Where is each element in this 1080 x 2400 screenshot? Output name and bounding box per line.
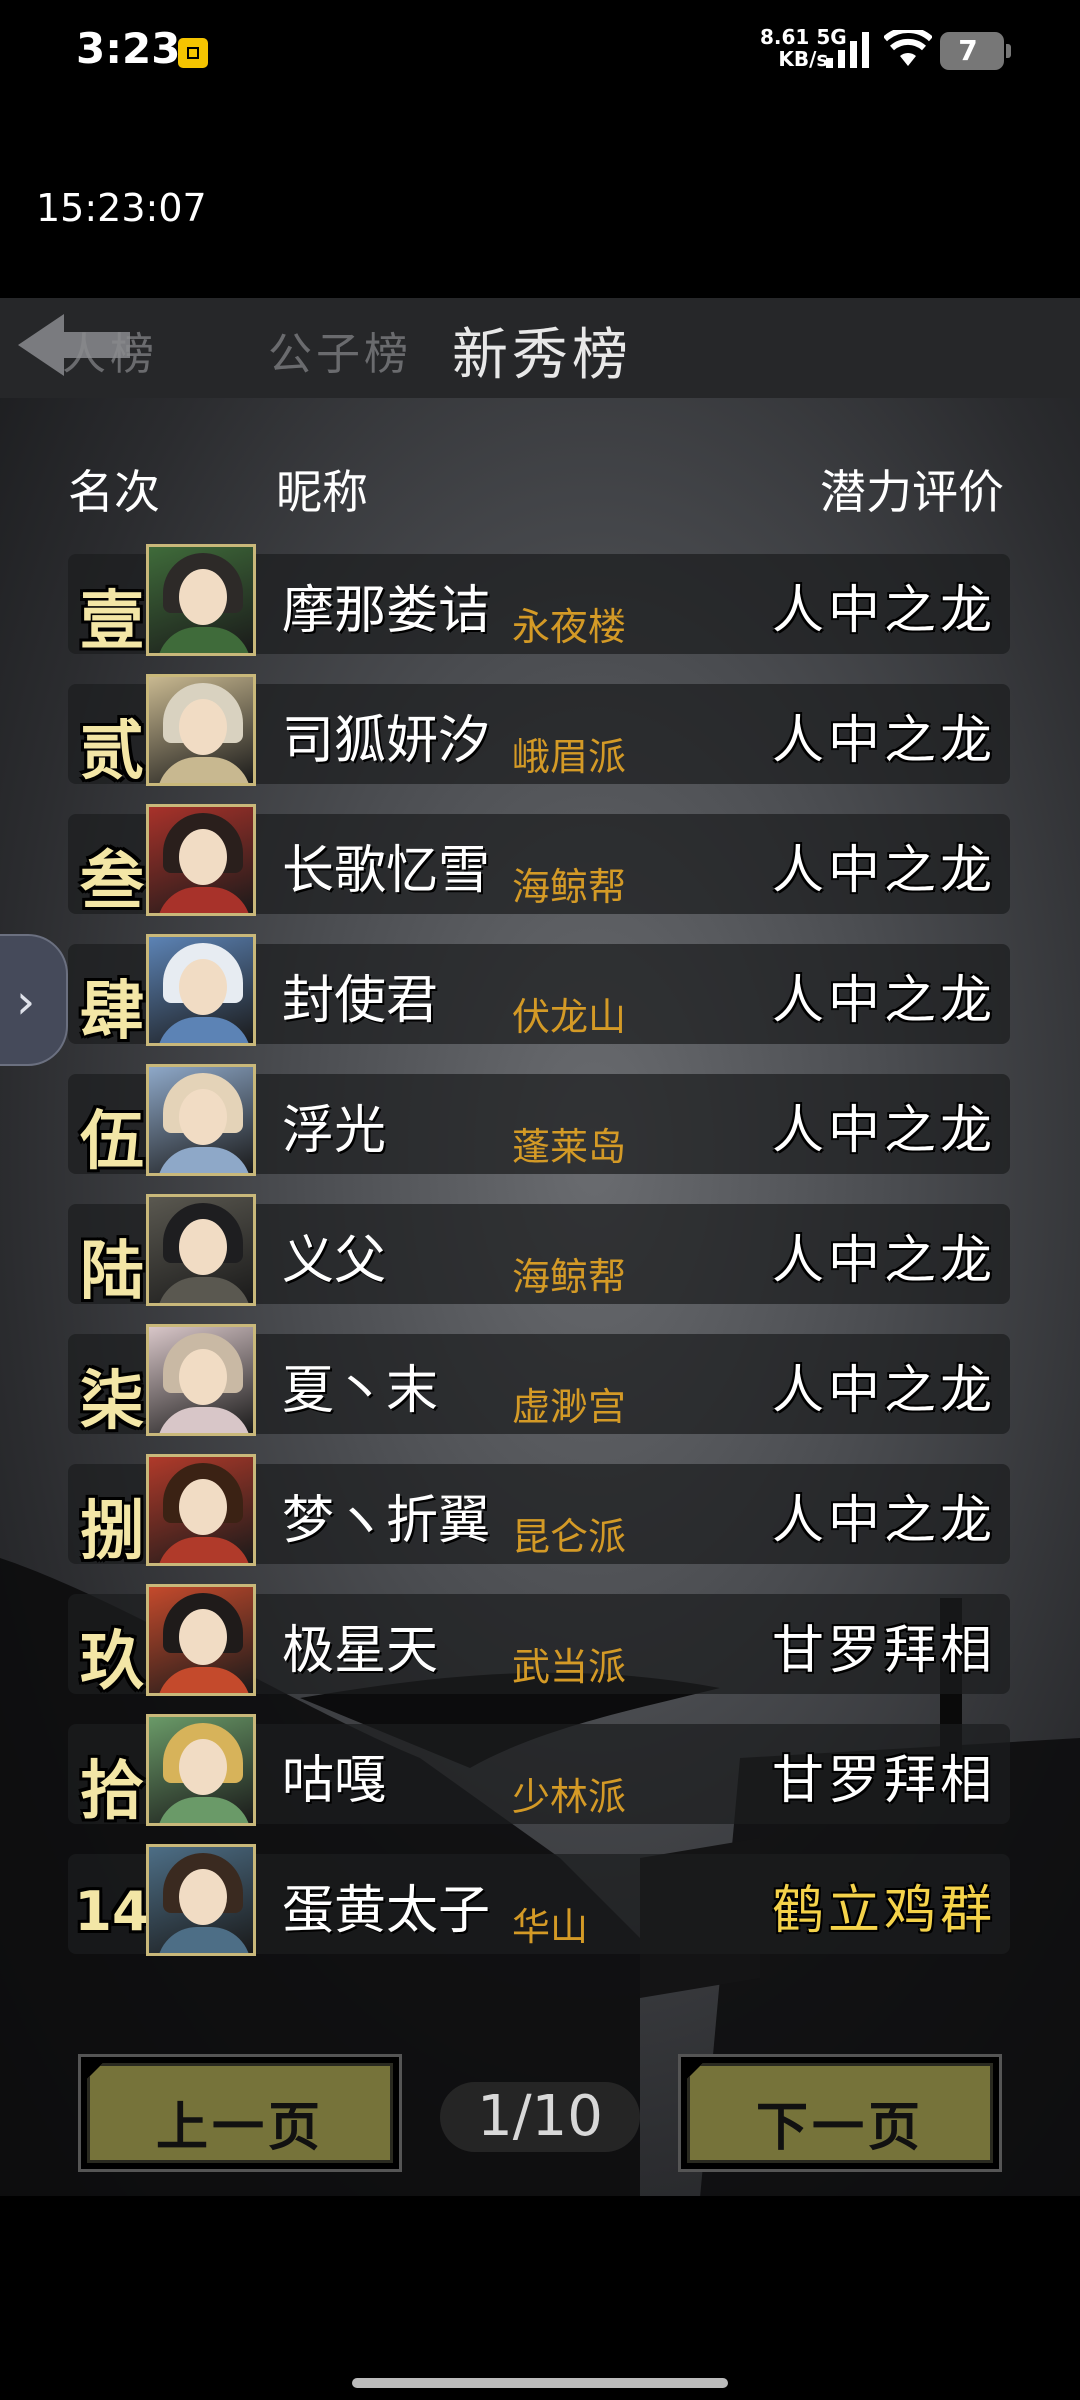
row-nickname: 长歌忆雪 <box>282 841 491 901</box>
next-page-button[interactable]: 下一页 <box>678 2054 1002 2172</box>
tab-bar: 人榜 公子榜 新秀榜 <box>0 298 1080 398</box>
header-rating: 潜力评价 <box>820 465 1004 519</box>
player-avatar[interactable] <box>146 1584 256 1696</box>
player-avatar[interactable] <box>146 1454 256 1566</box>
row-nickname: 司狐妍汐 <box>282 711 491 771</box>
row-sect: 伏龙山 <box>512 995 627 1039</box>
player-avatar[interactable] <box>146 1324 256 1436</box>
row-rating: 人中之龙 <box>771 1491 996 1551</box>
row-rating: 甘罗拜相 <box>771 1751 996 1811</box>
leaderboard-row[interactable]: 14 蛋黄太子 华山 鹤立鸡群 <box>68 1844 1010 1956</box>
player-avatar[interactable] <box>146 544 256 656</box>
home-indicator[interactable] <box>352 2378 728 2388</box>
leaderboard-panel: 人榜 公子榜 新秀榜 名次 昵称 潜力评价 壹摩那娄诘永夜楼人中之龙贰司狐妍汐峨… <box>0 298 1080 2196</box>
leaderboard-row[interactable]: 叁长歌忆雪 海鲸帮 人中之龙 <box>68 804 1010 919</box>
side-drawer-toggle[interactable]: › <box>0 934 68 1066</box>
row-rating: 人中之龙 <box>771 1101 996 1161</box>
prev-page-label: 上一页 <box>155 2098 324 2158</box>
row-nickname: 封使君 <box>282 971 439 1031</box>
row-rating: 人中之龙 <box>771 581 996 641</box>
tab-xinxiu[interactable]: 新秀榜 <box>452 310 632 391</box>
row-sect: 海鲸帮 <box>512 865 627 909</box>
leaderboard-row[interactable]: 拾咕嘎 少林派 甘罗拜相 <box>68 1714 1010 1829</box>
row-nickname: 极星天 <box>282 1621 439 1681</box>
leaderboard-row[interactable]: 捌梦ヽ折翼 昆仑派 人中之龙 <box>68 1454 1010 1569</box>
header-rank: 名次 <box>68 465 160 519</box>
page-indicator: 1/10 <box>440 2082 640 2152</box>
row-rating: 人中之龙 <box>771 711 996 771</box>
leaderboard-row[interactable]: 壹摩那娄诘 永夜楼 人中之龙 <box>68 544 1010 659</box>
battery-icon: 7 <box>940 32 1011 70</box>
row-sect: 永夜楼 <box>512 605 627 649</box>
status-time: 3:23 <box>76 24 181 73</box>
leaderboard-row[interactable]: 肆封使君 伏龙山 人中之龙 <box>68 934 1010 1049</box>
player-avatar[interactable] <box>146 1714 256 1826</box>
player-avatar[interactable] <box>146 804 256 916</box>
row-sect: 少林派 <box>512 1775 627 1819</box>
row-nickname: 梦ヽ折翼 <box>282 1491 491 1551</box>
row-rating: 甘罗拜相 <box>771 1621 996 1681</box>
row-nickname: 浮光 <box>282 1101 387 1161</box>
status-bar: 3:23 8.61 5G KB/s 7 <box>0 0 1080 110</box>
leaderboard-row[interactable]: 伍浮光 蓬莱岛 人中之龙 <box>68 1064 1010 1179</box>
overlay-clock: 15:23:07 <box>36 186 207 230</box>
row-nickname: 摩那娄诘 <box>282 581 491 641</box>
leaderboard-row[interactable]: 陆义父 海鲸帮 人中之龙 <box>68 1194 1010 1309</box>
row-sect: 华山 <box>512 1905 589 1949</box>
row-sect: 虚渺宫 <box>512 1385 627 1429</box>
row-rating: 人中之龙 <box>771 971 996 1031</box>
prev-page-button[interactable]: 上一页 <box>78 2054 402 2172</box>
row-sect: 峨眉派 <box>512 735 627 779</box>
row-nickname: 咕嘎 <box>282 1751 387 1811</box>
player-avatar[interactable] <box>146 1844 256 1956</box>
player-avatar[interactable] <box>146 934 256 1046</box>
leaderboard-row[interactable]: 柒夏丶末 虚渺宫 人中之龙 <box>68 1324 1010 1439</box>
row-nickname: 蛋黄太子 <box>282 1881 491 1941</box>
row-nickname: 义父 <box>282 1231 387 1291</box>
leaderboard-row[interactable]: 贰司狐妍汐 峨眉派 人中之龙 <box>68 674 1010 789</box>
chevron-right-icon: › <box>16 974 36 1030</box>
player-avatar[interactable] <box>146 674 256 786</box>
row-rating: 人中之龙 <box>771 1361 996 1421</box>
row-rating: 人中之龙 <box>771 841 996 901</box>
wifi-icon <box>884 30 932 66</box>
row-nickname: 夏丶末 <box>282 1361 439 1421</box>
leaderboard-row[interactable]: 玖极星天 武当派 甘罗拜相 <box>68 1584 1010 1699</box>
signal-icon <box>826 32 869 68</box>
row-sect: 武当派 <box>512 1645 627 1689</box>
header-nickname: 昵称 <box>276 465 368 519</box>
row-rating: 鹤立鸡群 <box>771 1881 996 1941</box>
player-avatar[interactable] <box>146 1194 256 1306</box>
battery-level: 7 <box>958 34 978 67</box>
notification-icon <box>178 38 208 68</box>
back-arrow-icon[interactable] <box>14 310 134 380</box>
row-sect: 海鲸帮 <box>512 1255 627 1299</box>
row-sect: 蓬莱岛 <box>512 1125 627 1169</box>
next-page-label: 下一页 <box>755 2098 924 2158</box>
network-speed-value: 8.61 <box>760 25 810 49</box>
player-avatar[interactable] <box>146 1064 256 1176</box>
row-sect: 昆仑派 <box>512 1515 627 1559</box>
tab-gongzi[interactable]: 公子榜 <box>268 318 412 382</box>
row-rating: 人中之龙 <box>771 1231 996 1291</box>
